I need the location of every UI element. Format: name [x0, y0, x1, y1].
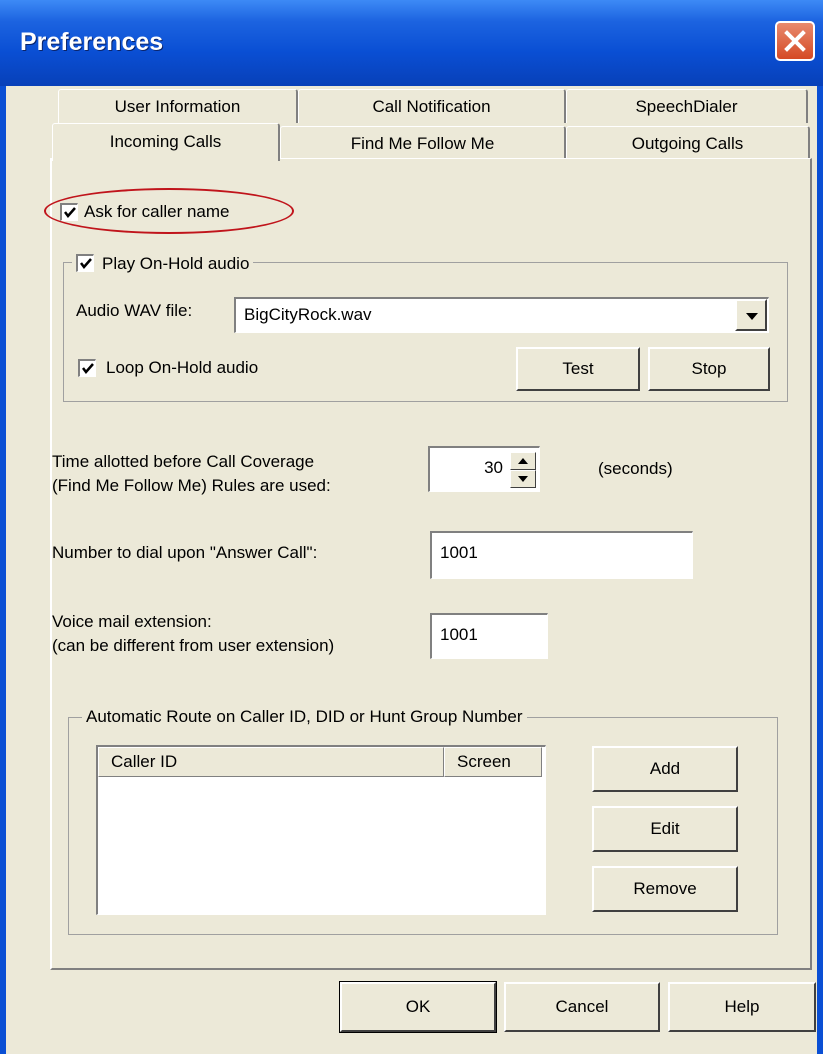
audio-wav-label: Audio WAV file:: [76, 301, 193, 320]
answer-call-input[interactable]: 1001: [430, 531, 693, 579]
column-header-screen[interactable]: Screen: [444, 747, 542, 777]
automatic-route-title: Automatic Route on Caller ID, DID or Hun…: [82, 707, 527, 727]
seconds-label: (seconds): [598, 459, 673, 478]
voicemail-input[interactable]: 1001: [430, 613, 548, 659]
title-bar[interactable]: Preferences: [0, 0, 823, 86]
spin-up-icon: [518, 458, 528, 464]
close-icon: [784, 30, 806, 52]
window-frame-left: [0, 86, 6, 1054]
close-button[interactable]: [775, 21, 815, 61]
window-frame-right: [817, 86, 823, 1054]
loop-onhold-label: Loop On-Hold audio: [106, 358, 259, 377]
loop-onhold-checkbox[interactable]: [78, 359, 96, 377]
tab-find-me-follow-me[interactable]: Find Me Follow Me: [280, 126, 566, 160]
tab-outgoing-calls[interactable]: Outgoing Calls: [566, 126, 810, 160]
tab-call-notification[interactable]: Call Notification: [298, 89, 566, 123]
voicemail-label-line2: (can be different from user extension): [52, 636, 335, 655]
play-onhold-group-title: Play On-Hold audio: [72, 251, 254, 273]
tab-user-information[interactable]: User Information: [58, 89, 298, 123]
play-onhold-checkbox[interactable]: [76, 254, 94, 272]
chevron-down-icon: [746, 313, 758, 320]
checkmark-icon: [80, 258, 92, 269]
time-allotted-label-line1: Time allotted before Call Coverage: [52, 452, 315, 471]
tab-speechdialer[interactable]: SpeechDialer: [566, 89, 808, 123]
voicemail-label-line1: Voice mail extension:: [52, 612, 212, 631]
time-allotted-value: 30: [484, 458, 503, 477]
tab-incoming-calls[interactable]: Incoming Calls: [52, 123, 280, 161]
spin-down-icon: [518, 476, 528, 482]
help-button[interactable]: Help: [668, 982, 816, 1032]
remove-button[interactable]: Remove: [592, 866, 738, 912]
answer-call-value: 1001: [440, 543, 478, 562]
spin-up-button[interactable]: [510, 452, 536, 470]
audio-wav-value: BigCityRock.wav: [244, 305, 372, 324]
play-onhold-label: Play On-Hold audio: [102, 254, 250, 273]
voicemail-value: 1001: [440, 625, 478, 644]
answer-call-label: Number to dial upon "Answer Call":: [52, 543, 318, 562]
time-allotted-label-line2: (Find Me Follow Me) Rules are used:: [52, 476, 331, 495]
add-button[interactable]: Add: [592, 746, 738, 792]
stop-button[interactable]: Stop: [648, 347, 770, 391]
audio-wav-select[interactable]: BigCityRock.wav: [234, 297, 769, 333]
edit-button[interactable]: Edit: [592, 806, 738, 852]
annotation-highlight-oval: [44, 188, 294, 234]
test-button[interactable]: Test: [516, 347, 640, 391]
caller-id-list[interactable]: Caller ID Screen: [96, 745, 546, 915]
window-title: Preferences: [20, 28, 164, 56]
spin-down-button[interactable]: [510, 470, 536, 488]
audio-wav-dropdown-button[interactable]: [735, 299, 767, 331]
ok-button[interactable]: OK: [339, 981, 497, 1033]
checkmark-icon: [82, 363, 94, 374]
column-header-caller-id[interactable]: Caller ID: [98, 747, 444, 777]
preferences-dialog: Preferences User Information Call Notifi…: [0, 0, 823, 1054]
cancel-button[interactable]: Cancel: [504, 982, 660, 1032]
